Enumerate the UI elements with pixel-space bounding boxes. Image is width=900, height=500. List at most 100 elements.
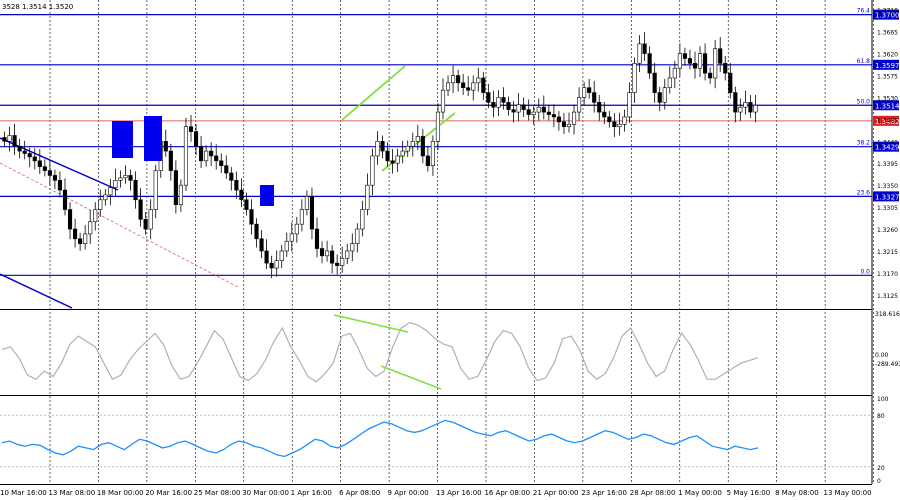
candle-body xyxy=(556,116,561,123)
candle-body xyxy=(592,92,597,103)
x-tick-label: 1 May 00:00 xyxy=(678,489,722,497)
candle-body xyxy=(395,155,400,164)
candle-body xyxy=(531,111,536,115)
candle-body xyxy=(37,160,42,167)
candle-body xyxy=(461,82,466,89)
candle-body xyxy=(249,209,254,225)
ohlc-header: 3528 1.3514 1.3520 xyxy=(2,3,73,11)
candle-body xyxy=(219,160,224,166)
candle-body xyxy=(163,141,168,152)
candle-body xyxy=(400,150,405,157)
candle-body xyxy=(743,102,748,108)
candle-body xyxy=(12,135,17,147)
y-tick-label: 1.3260 xyxy=(877,227,898,234)
fib-level-label: 76.4 xyxy=(857,8,871,15)
candle-body xyxy=(708,72,713,79)
candle-body xyxy=(274,260,279,269)
candle-body xyxy=(647,53,652,74)
candle-body xyxy=(451,75,456,84)
candle-body xyxy=(229,172,234,181)
candle-body xyxy=(703,53,708,74)
candle-body xyxy=(551,114,556,118)
candle-body xyxy=(738,106,743,113)
candle-body xyxy=(697,53,703,69)
candle-body xyxy=(405,145,410,152)
candle-body xyxy=(486,92,491,103)
x-tick-label: 25 Mar 08:00 xyxy=(194,489,241,497)
candle-body xyxy=(259,238,264,252)
y-tick-label: 1.3395 xyxy=(877,161,898,168)
candle-body xyxy=(622,116,627,125)
candle-body xyxy=(113,180,118,188)
candle-body xyxy=(138,199,143,220)
candle-body xyxy=(561,121,567,127)
candle-body xyxy=(17,145,22,152)
candle-body xyxy=(541,106,546,113)
candle-body xyxy=(7,135,12,142)
candle-body xyxy=(269,262,274,269)
candle-body xyxy=(687,58,693,64)
y-tick-label: 1.3305 xyxy=(877,205,898,212)
candle-body xyxy=(350,243,355,252)
y-tick-label: 1.3530 xyxy=(877,95,898,102)
y-tick-label: 1.3170 xyxy=(877,271,898,278)
x-tick-label: 28 Apr 08:00 xyxy=(630,489,676,497)
x-tick-label: 16 Apr 08:00 xyxy=(484,489,530,497)
candle-body xyxy=(254,223,259,240)
rsi-tick-label: 80 xyxy=(877,413,885,420)
x-tick-label: 21 Apr 00:00 xyxy=(533,489,579,497)
candle-body xyxy=(546,111,551,115)
candle-body xyxy=(627,92,632,118)
candle-body xyxy=(526,109,531,115)
candle-body xyxy=(511,109,516,113)
candle-body xyxy=(657,92,662,103)
candle-body xyxy=(667,77,672,89)
candle-body xyxy=(375,141,380,157)
candle-body xyxy=(143,218,148,230)
candle-body xyxy=(57,180,63,191)
x-tick-label: 1 Apr 16:00 xyxy=(291,489,332,497)
y-tick-label: 1.3125 xyxy=(877,293,898,300)
candle-body xyxy=(47,170,52,176)
candle-body xyxy=(244,199,249,210)
y-tick-label: 1.3710 xyxy=(877,8,898,15)
cci-tick-label: 318.6161 xyxy=(875,311,900,318)
candle-body xyxy=(103,194,108,201)
candle-body xyxy=(536,106,541,113)
fib-price-tag-label: 1.3327 xyxy=(875,193,900,201)
candle-body xyxy=(289,233,294,242)
candle-body xyxy=(728,72,733,93)
x-tick-label: 10 Mar 16:00 xyxy=(0,489,47,497)
candle-body xyxy=(173,170,178,205)
candle-body xyxy=(506,102,511,110)
x-tick-label: 9 Apr 00:00 xyxy=(388,489,429,497)
candle-body xyxy=(632,63,637,93)
trading-chart: 76.4 61.8 50.0 38.2 23.6 0.0 318.6161 0.00 -289… xyxy=(0,0,900,500)
candle-body xyxy=(435,111,441,142)
x-tick-label: 13 Apr 16:00 xyxy=(436,489,482,497)
candle-body xyxy=(148,209,153,230)
candle-body xyxy=(284,240,289,252)
candle-body xyxy=(360,209,365,230)
candle-body xyxy=(501,97,506,103)
candle-body xyxy=(234,180,239,191)
time-axis: 10 Mar 16:00 13 Mar 08:00 18 Mar 00:00 20 M… xyxy=(0,489,872,497)
y-tick-label: 1.3215 xyxy=(877,249,898,256)
candle-body xyxy=(420,136,425,157)
candle-body xyxy=(466,87,471,91)
candle-body xyxy=(425,155,430,166)
fib-price-tag-label: 1.3597 xyxy=(875,62,900,70)
rsi-tick-label: 100 xyxy=(877,396,889,403)
candle-body xyxy=(52,175,57,181)
candle-body xyxy=(491,102,496,108)
candle-body xyxy=(385,150,390,162)
candle-body xyxy=(496,97,501,108)
candle-body xyxy=(118,177,123,181)
highlight-box xyxy=(260,185,274,206)
candle-body xyxy=(299,209,304,225)
candle-body xyxy=(597,102,602,113)
x-tick-label: 8 May 08:00 xyxy=(775,489,819,497)
candle-body xyxy=(410,141,415,147)
candle-body xyxy=(345,250,350,259)
highlight-box xyxy=(112,121,133,158)
